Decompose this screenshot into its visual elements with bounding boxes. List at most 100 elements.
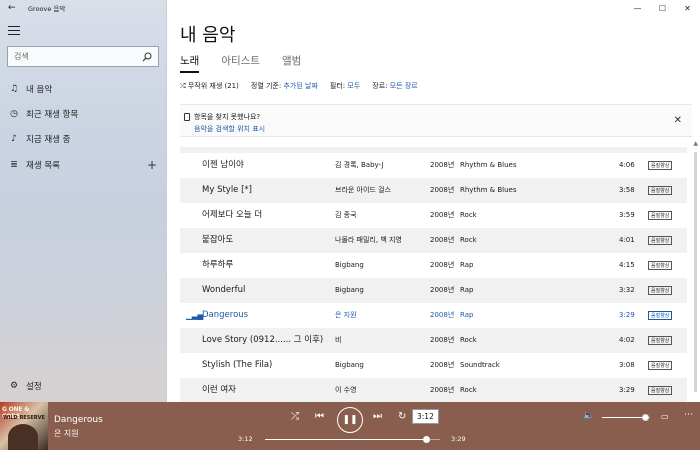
song-genre: Rock bbox=[460, 211, 477, 219]
search-input[interactable]: 검색 bbox=[7, 46, 159, 67]
mini-view-icon[interactable]: ▭ bbox=[661, 412, 669, 421]
sidebar-item-label: 내 음악 bbox=[26, 84, 53, 95]
tab-artists[interactable]: 아티스트 bbox=[221, 53, 260, 73]
close-button[interactable]: ✕ bbox=[675, 0, 700, 16]
volume-slider[interactable] bbox=[602, 414, 650, 421]
search-icon[interactable] bbox=[142, 52, 152, 62]
hamburger-menu-icon[interactable] bbox=[8, 26, 20, 35]
quality-badge: 음질향상 bbox=[648, 161, 673, 170]
sort-label: 정렬 기준: bbox=[250, 82, 282, 90]
close-notice-icon[interactable]: ✕ bbox=[674, 115, 682, 126]
song-year: 2008년 bbox=[430, 386, 455, 394]
repeat-button[interactable]: ↻ bbox=[398, 411, 406, 422]
song-artist[interactable]: 김 종국 bbox=[335, 203, 357, 228]
more-options-icon[interactable]: ⋯ bbox=[684, 410, 694, 420]
seek-slider-fill bbox=[265, 439, 426, 440]
table-row[interactable]: Stylish (The Fila) Bigbang 2008년 Soundtr… bbox=[180, 353, 687, 378]
table-row[interactable]: Wonderful Bigbang 2008년 Rap 3:32 음질향상 bbox=[180, 278, 687, 303]
sidebar-item-label: 지금 재생 중 bbox=[26, 134, 71, 145]
previous-button[interactable]: ⏮ bbox=[315, 411, 324, 422]
page-title: 내 음악 bbox=[180, 25, 236, 46]
song-artist[interactable]: Bigbang bbox=[335, 278, 364, 303]
song-genre: Rock bbox=[460, 386, 477, 394]
song-genre: Rock bbox=[460, 236, 477, 244]
song-duration: 3:59 bbox=[619, 211, 635, 219]
shuffle-all-button[interactable]: ⤮ 무작위 재생 (21) bbox=[180, 81, 239, 91]
window-controls: — ☐ ✕ bbox=[625, 0, 700, 16]
shuffle-icon: ⤮ bbox=[291, 411, 299, 422]
volume-slider-fill bbox=[602, 417, 646, 418]
previous-icon: ⏮ bbox=[315, 411, 324, 422]
song-artist[interactable]: 나몰라 패밀리, 백 지영 bbox=[335, 228, 402, 253]
shuffle-button[interactable]: ⤮ bbox=[291, 411, 299, 422]
table-row[interactable]: 이젠 남이야 김 경록, Baby-J 2008년 Rhythm & Blues… bbox=[180, 153, 687, 178]
tab-albums[interactable]: 앨범 bbox=[282, 53, 301, 73]
maximize-button[interactable]: ☐ bbox=[650, 0, 675, 16]
sidebar-item-settings[interactable]: ⚙ 설정 bbox=[0, 373, 42, 398]
table-row[interactable]: My Style [*] 브라운 아이드 걸스 2008년 Rhythm & B… bbox=[180, 178, 687, 203]
song-list: 이젠 남이야 김 경록, Baby-J 2008년 Rhythm & Blues… bbox=[180, 153, 687, 408]
seek-slider[interactable] bbox=[265, 436, 440, 443]
minimize-button[interactable]: — bbox=[625, 0, 650, 16]
pause-icon: ❚❚ bbox=[342, 415, 358, 425]
song-artist[interactable]: 은 지원 bbox=[335, 303, 357, 328]
now-playing-artist[interactable]: 은 지원 bbox=[54, 428, 79, 439]
album-art[interactable]: G ONE & CODE WILD RESERVE bbox=[0, 402, 48, 450]
add-playlist-icon[interactable]: + bbox=[147, 158, 157, 172]
pause-button[interactable]: ❚❚ bbox=[337, 407, 363, 433]
main-panel: — ☐ ✕ 내 음악 노래 아티스트 앨범 ⤮ 무작위 재생 (21) 정렬 기… bbox=[167, 0, 700, 403]
vertical-scrollbar[interactable] bbox=[694, 152, 697, 392]
now-playing-title[interactable]: Dangerous bbox=[54, 415, 103, 425]
sidebar-item-now-playing[interactable]: ♪ 지금 재생 중 bbox=[0, 126, 166, 151]
song-genre: Rap bbox=[460, 286, 474, 294]
filter-label: 필터: bbox=[329, 82, 346, 90]
sidebar-item-recent[interactable]: ◷ 최근 재생 항목 bbox=[0, 101, 166, 126]
song-title: 이런 여자 bbox=[202, 385, 236, 395]
sidebar-item-my-music[interactable]: ♫ 내 음악 bbox=[0, 76, 166, 101]
song-artist[interactable]: Bigbang bbox=[335, 253, 364, 278]
titlebar-left: ← Groove 음악 bbox=[0, 0, 166, 16]
sort-dropdown[interactable]: 정렬 기준: 추가된 날짜 bbox=[251, 81, 318, 91]
table-row[interactable]: 붙잡아도 나몰라 패밀리, 백 지영 2008년 Rock 4:01 음질향상 bbox=[180, 228, 687, 253]
back-arrow-icon[interactable]: ← bbox=[8, 3, 18, 13]
quality-badge: 음질향상 bbox=[648, 186, 673, 195]
table-row-now-playing[interactable]: ▁▃▅ Dangerous 은 지원 2008년 Rap 3:29 음질향상 bbox=[180, 303, 687, 328]
song-title: Wonderful bbox=[202, 285, 246, 295]
sidebar-item-label: 최근 재생 항목 bbox=[26, 109, 79, 120]
phone-icon bbox=[184, 113, 190, 121]
song-artist[interactable]: 브라운 아이드 걸스 bbox=[335, 178, 391, 203]
table-row[interactable]: 이런 여자 이 수영 2008년 Rock 3:29 음질향상 bbox=[180, 378, 687, 403]
volume-icon[interactable]: 🔈 bbox=[583, 411, 594, 421]
tab-songs[interactable]: 노래 bbox=[180, 53, 200, 73]
total-time: 3:29 bbox=[451, 435, 466, 443]
sidebar-item-playlists[interactable]: ≣ 재생 목록 + bbox=[0, 152, 166, 177]
seek-slider-thumb[interactable] bbox=[422, 436, 430, 443]
genre-dropdown[interactable]: 장르: 모든 장르 bbox=[372, 81, 417, 91]
song-year: 2008년 bbox=[430, 336, 455, 344]
sidebar-item-label: 재생 목록 bbox=[26, 160, 60, 171]
player-bar: G ONE & CODE WILD RESERVE Dangerous 은 지원… bbox=[0, 402, 700, 450]
song-duration: 4:15 bbox=[619, 261, 635, 269]
song-artist[interactable]: 이 수영 bbox=[335, 378, 357, 403]
song-year: 2008년 bbox=[430, 361, 455, 369]
table-row[interactable]: Love Story (0912...... 그 이후) 비 2008년 Roc… bbox=[180, 328, 687, 353]
song-artist[interactable]: 비 bbox=[335, 328, 341, 353]
next-button[interactable]: ⏭ bbox=[373, 411, 382, 422]
show-music-locations-link[interactable]: 음악을 검색할 위치 표시 bbox=[194, 124, 265, 134]
volume-slider-thumb[interactable] bbox=[642, 414, 650, 421]
filter-dropdown[interactable]: 필터: 모두 bbox=[330, 81, 360, 91]
song-artist[interactable]: 김 경록, Baby-J bbox=[335, 153, 384, 178]
elapsed-time: 3:12 bbox=[238, 435, 253, 443]
song-year: 2008년 bbox=[430, 161, 455, 169]
song-artist[interactable]: Bigbang bbox=[335, 353, 364, 378]
song-genre: Rock bbox=[460, 336, 477, 344]
song-year: 2008년 bbox=[430, 236, 455, 244]
missing-music-notice: 항목을 찾지 못했나요? 음악을 검색할 위치 표시 ✕ bbox=[180, 104, 692, 137]
shuffle-label: 무작위 재생 (21) bbox=[187, 82, 239, 90]
song-year: 2008년 bbox=[430, 311, 455, 319]
table-row[interactable]: 하루하루 Bigbang 2008년 Rap 4:15 음질향상 bbox=[180, 253, 687, 278]
song-genre: Rhythm & Blues bbox=[460, 186, 517, 194]
scroll-up-arrow-icon[interactable]: ▲ bbox=[693, 140, 698, 147]
equalizer-icon: ▁▃▅ bbox=[186, 311, 204, 320]
table-row[interactable]: 어제보다 오늘 더 김 종국 2008년 Rock 3:59 음질향상 bbox=[180, 203, 687, 228]
